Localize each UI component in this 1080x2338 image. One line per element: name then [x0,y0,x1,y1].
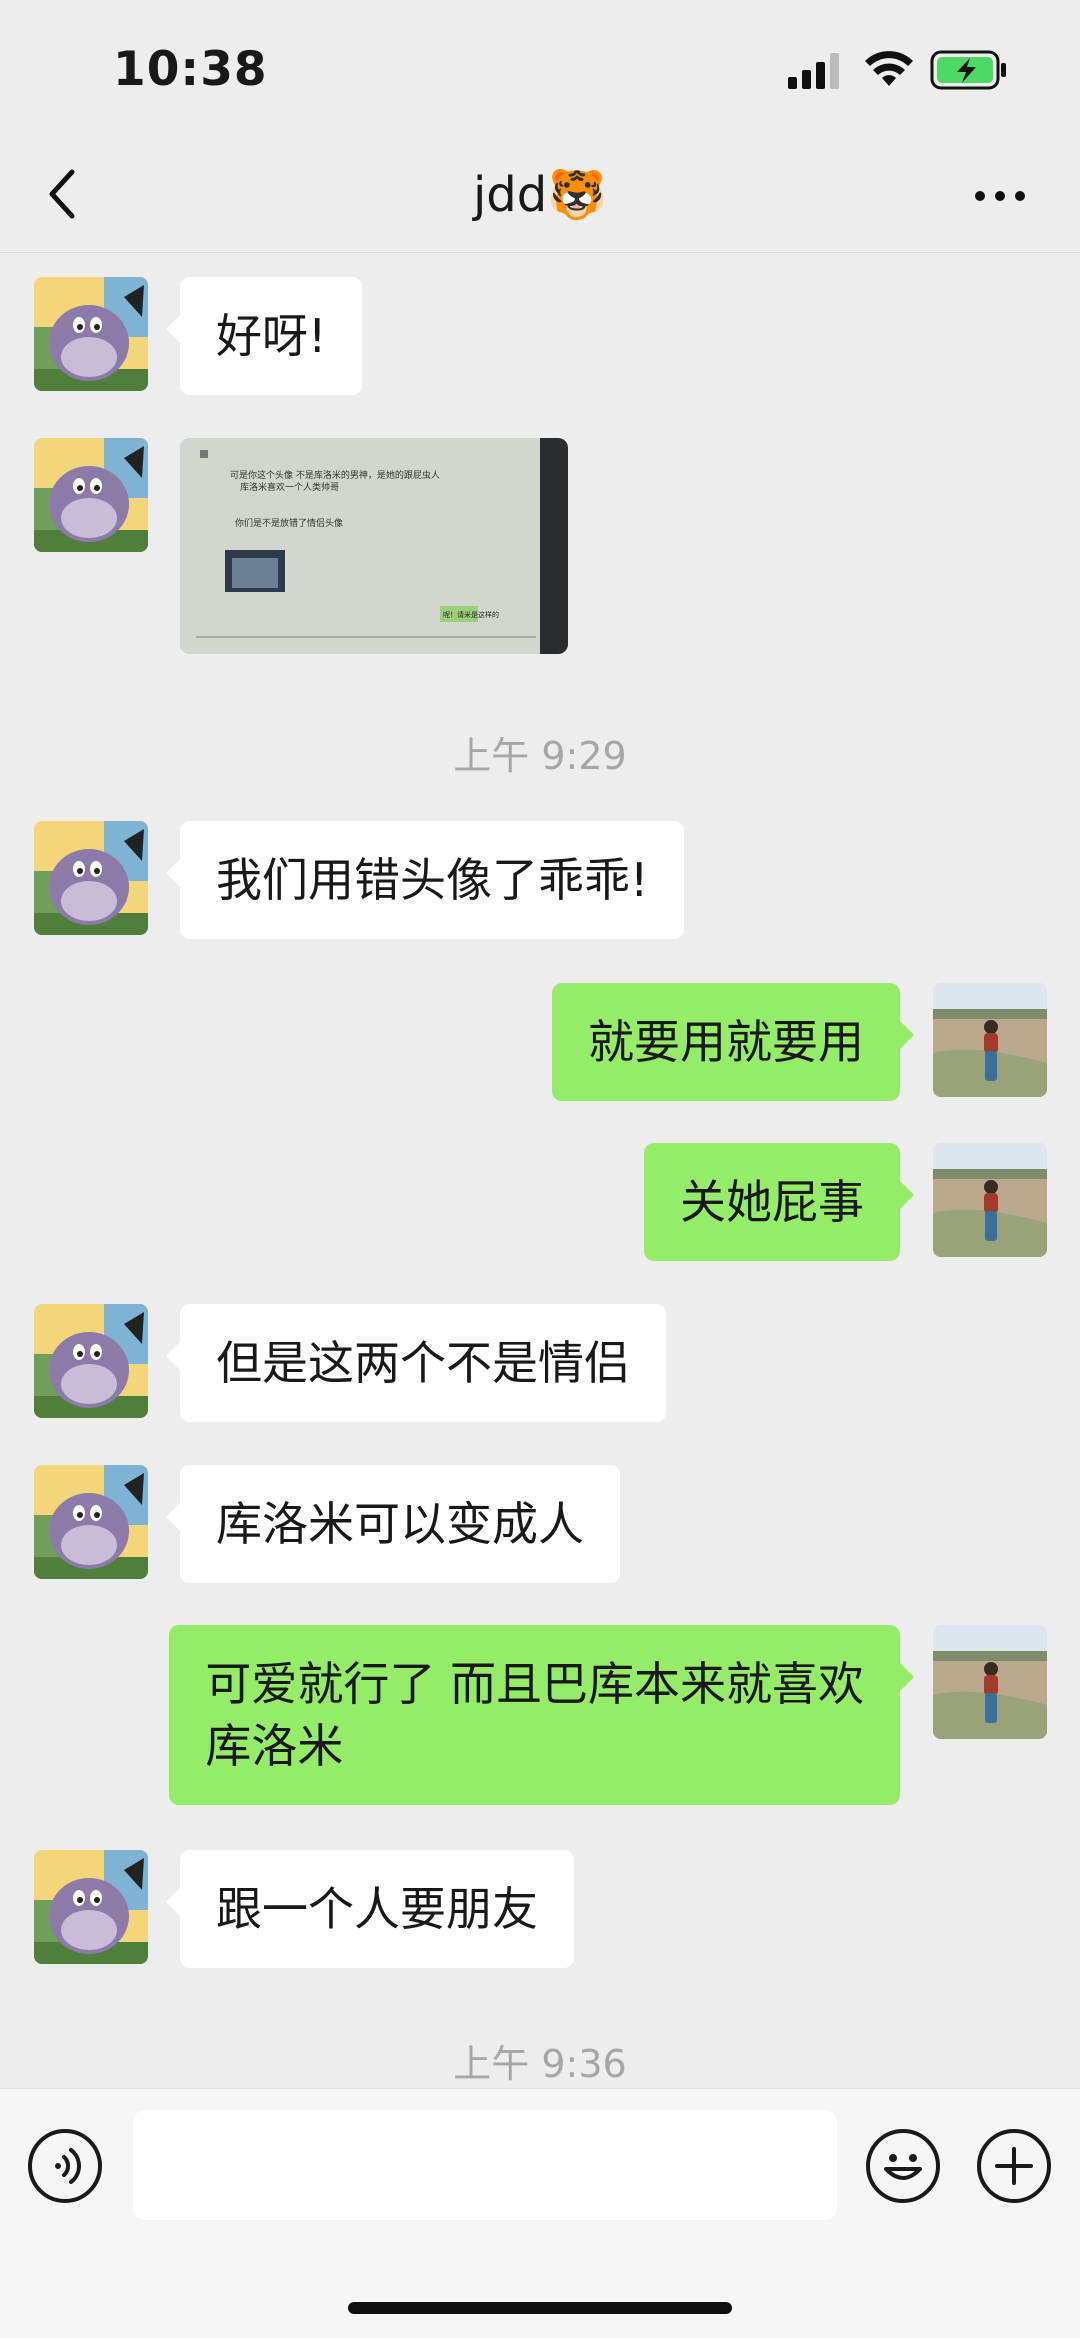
timestamp: 上午 9:36 [453,2042,627,2086]
image-text-line: 可是你这个头像 不是库洛米的男神，是她的跟屁虫人 [230,469,440,481]
battery-charging-icon [930,50,1006,90]
message-bubble[interactable]: 但是这两个不是情侣 [166,1304,666,1422]
message-bubble[interactable]: 好呀! [165,277,363,395]
message-list[interactable]: 好呀! 可是你这个头像 不是库洛米的男神，是她的跟屁虫人 库洛米喜欢一个人类帅哥… [0,253,1080,2088]
contact-avatar[interactable] [34,438,148,552]
message-bubble[interactable]: 库洛米可以变成人 [166,1465,620,1583]
status-bar: 10:38 [0,0,1080,140]
status-time: 10:38 [113,42,268,97]
more-icon[interactable] [972,184,1028,208]
message-bubble[interactable]: 可爱就行了 而且巴库本来就喜欢 库洛米 [169,1625,914,1805]
plus-icon[interactable] [977,2129,1051,2203]
contact-avatar[interactable] [34,277,148,391]
message-bubble[interactable]: 我们用错头像了乖乖! [165,821,685,939]
message-bubble[interactable]: 关她屁事 [644,1143,914,1261]
input-bar [0,2088,1080,2338]
my-avatar[interactable] [933,1143,1047,1257]
contact-avatar[interactable] [34,1850,148,1964]
message-bubble[interactable]: 跟一个人要朋友 [166,1850,574,1968]
chat-title: jdd🐯 [472,167,608,223]
image-text-line: 库洛米喜欢一个人类帅哥 [240,481,339,493]
voice-icon[interactable] [28,2129,102,2203]
image-text-line: 你们是不是放错了情侣头像 [235,517,343,529]
image-text-line: 呢！请米是这样的 [443,610,499,619]
cellular-signal-icon [788,53,839,89]
image-message[interactable]: 可是你这个头像 不是库洛米的男神，是她的跟屁虫人 库洛米喜欢一个人类帅哥 你们是… [180,438,568,654]
wifi-icon [865,51,913,86]
my-avatar[interactable] [933,1625,1047,1739]
contact-avatar[interactable] [34,1465,148,1579]
emoji-icon[interactable] [866,2129,940,2203]
message-input[interactable] [133,2110,837,2220]
timestamp: 上午 9:29 [453,734,627,778]
contact-avatar[interactable] [34,821,148,935]
home-indicator [348,2302,732,2314]
message-bubble[interactable]: 就要用就要用 [552,983,914,1101]
my-avatar[interactable] [933,983,1047,1097]
chat-header: jdd🐯 [0,140,1080,253]
contact-avatar[interactable] [34,1304,148,1418]
